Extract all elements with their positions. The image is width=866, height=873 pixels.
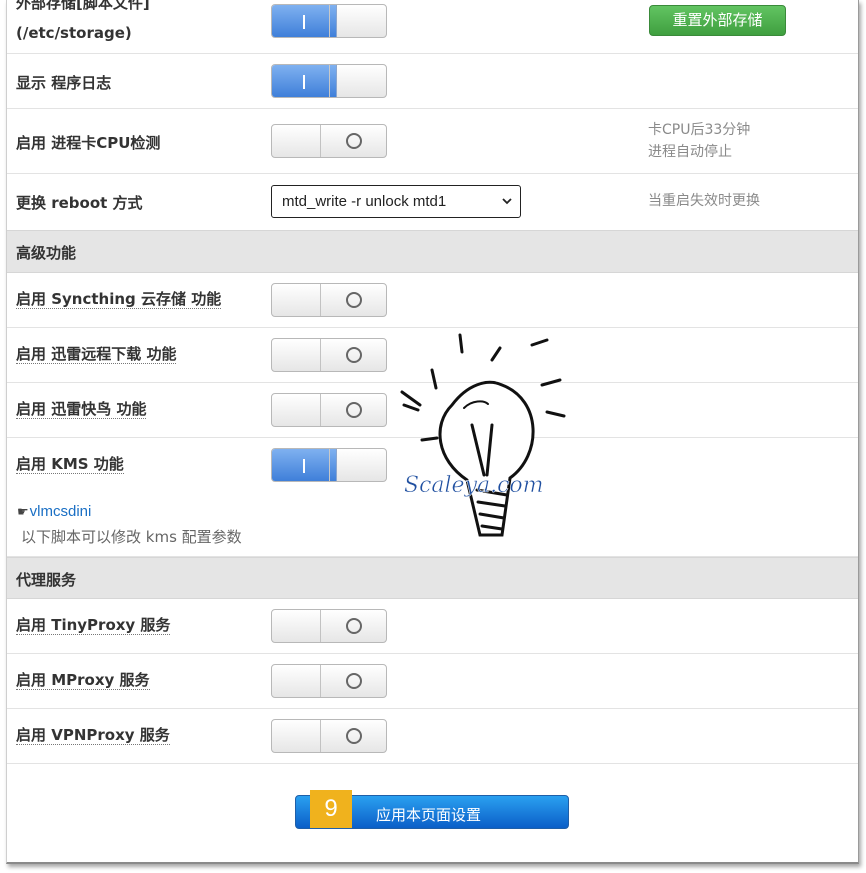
- section-proxy-title: 代理服务: [16, 571, 77, 589]
- reboot-hint: 当重启失效时更换: [648, 193, 760, 209]
- tinyproxy-toggle[interactable]: [271, 609, 387, 643]
- reboot-label: 更换 reboot 方式: [16, 194, 143, 212]
- mproxy-row: 启用 MProxy 服务: [7, 654, 858, 709]
- tinyproxy-label: 启用 TinyProxy 服务: [16, 616, 171, 635]
- storage-row: 外部存储[脚本文件] (/etc/storage) 重置外部存储: [7, 0, 858, 54]
- tinyproxy-row: 启用 TinyProxy 服务: [7, 599, 858, 654]
- vpnproxy-row: 启用 VPNProxy 服务: [7, 709, 858, 764]
- reset-storage-button[interactable]: 重置外部存储: [649, 5, 786, 36]
- syncthing-toggle[interactable]: [271, 283, 387, 317]
- watermark-text: Scaleya.com: [404, 473, 544, 498]
- cpu-check-hint-1: 卡CPU后33分钟: [648, 122, 751, 138]
- kms-label: 启用 KMS 功能: [16, 455, 124, 474]
- storage-label-line1: 外部存储[脚本文件]: [16, 0, 150, 12]
- kms-toggle[interactable]: [271, 448, 387, 482]
- storage-toggle[interactable]: [271, 4, 387, 38]
- kms-config-link[interactable]: ☛vlmcsdini: [17, 503, 91, 520]
- step-badge: 9: [310, 790, 352, 828]
- mproxy-label: 启用 MProxy 服务: [16, 671, 150, 690]
- syncthing-row: 启用 Syncthing 云存储 功能: [7, 273, 858, 328]
- vpnproxy-toggle[interactable]: [271, 719, 387, 753]
- show-log-toggle[interactable]: [271, 64, 387, 98]
- thunder-fastbird-label: 启用 迅雷快鸟 功能: [16, 400, 147, 419]
- section-advanced-title: 高级功能: [16, 244, 77, 262]
- reboot-method-select[interactable]: mtd_write -r unlock mtd1: [271, 185, 521, 218]
- section-proxy: 代理服务: [7, 557, 858, 599]
- kms-note: 以下脚本可以修改 kms 配置参数: [21, 528, 242, 546]
- cpu-check-toggle[interactable]: [271, 124, 387, 158]
- vpnproxy-label: 启用 VPNProxy 服务: [16, 726, 170, 745]
- show-log-label: 显示 程序日志: [16, 74, 112, 92]
- syncthing-label: 启用 Syncthing 云存储 功能: [16, 290, 222, 309]
- lightbulb-watermark-icon: Scaleya.com: [400, 333, 566, 537]
- mproxy-toggle[interactable]: [271, 664, 387, 698]
- thunder-remote-toggle[interactable]: [271, 338, 387, 372]
- thunder-fastbird-toggle[interactable]: [271, 393, 387, 427]
- section-advanced: 高级功能: [7, 230, 858, 273]
- storage-label-line2: (/etc/storage): [16, 24, 132, 42]
- kms-link-text: vlmcsdini: [29, 503, 92, 520]
- apply-settings-label: 应用本页面设置: [376, 806, 482, 824]
- settings-panel: 外部存储[脚本文件] (/etc/storage) 重置外部存储 显示 程序日志…: [6, 0, 859, 864]
- show-log-row: 显示 程序日志: [7, 54, 858, 109]
- cpu-check-hint-2: 进程自动停止: [648, 144, 732, 160]
- cpu-check-row: 启用 进程卡CPU检测 卡CPU后33分钟 进程自动停止: [7, 109, 858, 174]
- cpu-check-label: 启用 进程卡CPU检测: [16, 134, 161, 152]
- reboot-method-value: mtd_write -r unlock mtd1: [282, 193, 447, 210]
- chevron-down-icon: [502, 198, 512, 205]
- hand-pointer-icon: ☛: [17, 504, 29, 519]
- thunder-remote-label: 启用 迅雷远程下载 功能: [16, 345, 177, 364]
